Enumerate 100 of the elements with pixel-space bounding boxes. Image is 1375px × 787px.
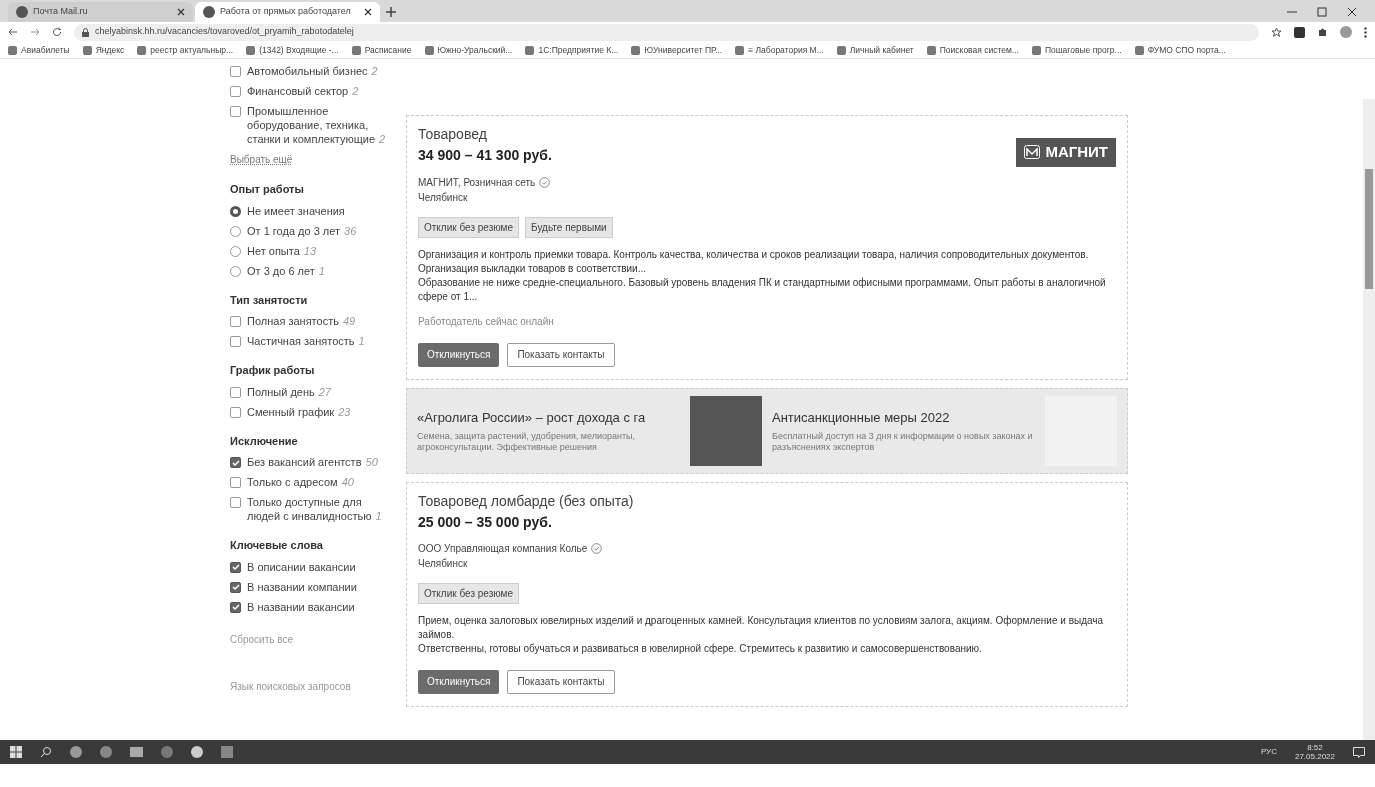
filter-heading: Опыт работы [230, 182, 305, 197]
star-icon[interactable] [1271, 26, 1282, 38]
filter-option[interactable]: В названии вакансии [247, 599, 392, 614]
profile-icon[interactable] [1340, 26, 1352, 38]
back-icon[interactable] [8, 27, 18, 37]
filter-option[interactable]: Частичная занятость 1 [247, 334, 392, 348]
checkbox[interactable] [230, 561, 241, 573]
close-icon[interactable] [1347, 7, 1357, 17]
tray-language[interactable]: РУС [1260, 746, 1277, 758]
radio-button[interactable] [230, 225, 241, 237]
checkbox[interactable] [230, 316, 241, 327]
filter-option[interactable]: Промышленное оборудование, техника, станки и комплектующие 2 [247, 104, 392, 146]
vacancy-tag: Будьте первыми [525, 216, 613, 238]
bookmark-icon [735, 45, 745, 55]
salary: 25 000 – 35 000 руб. [418, 512, 553, 532]
bookmark[interactable]: (1342) Входящие -... [246, 43, 339, 57]
online-status: Работодатель сейчас онлайн [418, 314, 555, 329]
bookmark-icon [351, 45, 361, 55]
checkbox[interactable] [230, 601, 241, 613]
favicon-icon [203, 6, 215, 18]
vacancy-tag: Отклик без резюме [418, 582, 520, 604]
bookmark[interactable]: 1С:Предприятие К... [525, 43, 619, 57]
bookmark[interactable]: ≡ Лаборатория М... [735, 43, 824, 57]
ad-title[interactable]: Антисанкционные меры 2022 [772, 407, 1035, 428]
show-contacts-button[interactable]: Показать контакты [507, 669, 615, 694]
reload-icon[interactable] [52, 27, 62, 37]
bookmark[interactable]: ФУМО СПО порта... [1134, 43, 1226, 57]
app-icon[interactable] [100, 746, 112, 758]
vacancy-description: Прием, оценка залоговых ювелирных изделий и драгоценных камней. Консультация клиентов по условиям залога, акциям. Оформление и выдача займов. [418, 613, 1105, 642]
company-name[interactable]: ООО Управляющая компания Колье [418, 540, 588, 556]
filter-option[interactable]: Без вакансий агентств 50 [247, 455, 392, 469]
checkbox[interactable] [230, 406, 241, 418]
bookmark[interactable]: Личный кабинет [836, 43, 914, 57]
filter-option[interactable]: Только с адресом 40 [247, 475, 392, 489]
salary: 34 900 – 41 300 руб. [418, 146, 552, 165]
bookmark[interactable]: Пошаговые прогр... [1031, 43, 1122, 57]
show-more-link[interactable]: Выбрать ещё [230, 152, 293, 167]
filter-option[interactable]: Не имеет значения [247, 203, 392, 218]
checkbox[interactable] [230, 86, 241, 97]
app-icon[interactable] [70, 746, 82, 758]
bookmark[interactable]: ЮУниверситет ПР... [631, 43, 723, 57]
filter-option[interactable]: Полная занятость 49 [247, 314, 392, 328]
ad-title[interactable]: «Агролига России» – рост дохода с га [417, 407, 680, 428]
new-tab-icon[interactable] [386, 7, 396, 17]
filter-option[interactable]: В названии компании [247, 579, 392, 594]
checkbox[interactable] [230, 581, 241, 593]
filter-option[interactable]: Полный день 27 [247, 384, 392, 399]
scrollbar[interactable] [1363, 99, 1375, 740]
apply-button[interactable]: Откликнуться [418, 669, 500, 694]
bookmark[interactable]: Яндекс [82, 43, 125, 57]
company-name[interactable]: МАГНИТ, Розничная сеть [418, 174, 536, 190]
restore-icon[interactable] [1317, 7, 1327, 17]
checkbox[interactable] [230, 66, 241, 77]
vacancy-title[interactable]: Товаровед ломбарде (без опыта) [418, 490, 634, 512]
checkbox[interactable] [230, 457, 241, 468]
filter-option[interactable]: Только доступные для людей с инвалидностью 1 [247, 495, 392, 523]
lock-icon [82, 27, 89, 37]
ad-text: Бесплатный доступ на 3 дня к информации о новых законах и разъяснениях экспертов [772, 431, 1034, 454]
bookmark[interactable]: Расписание [351, 43, 412, 57]
forward-icon[interactable] [30, 27, 40, 37]
tab-title: Работа от прямых работодател [220, 5, 352, 19]
filter-option[interactable]: Нет опыта 13 [247, 243, 392, 258]
checkbox[interactable] [230, 477, 241, 488]
filter-option[interactable]: В описании вакансии [247, 559, 392, 574]
bookmark[interactable]: реестр актуальныр... [137, 43, 234, 57]
checkbox[interactable] [230, 336, 241, 347]
filter-option[interactable]: Финансовый сектор 2 [247, 84, 392, 98]
close-icon[interactable] [364, 8, 372, 16]
verified-icon [539, 176, 551, 188]
filter-option[interactable]: Сменный график 23 [247, 404, 392, 419]
filter-option[interactable]: Автомобильный бизнес 2 [247, 64, 392, 78]
apply-button[interactable]: Откликнуться [418, 342, 500, 367]
notification-icon[interactable] [1353, 746, 1365, 758]
vacancy-title[interactable]: Товаровед [418, 124, 552, 145]
checkbox[interactable] [230, 106, 241, 117]
menu-icon[interactable] [1364, 26, 1367, 38]
filter-option[interactable]: От 1 года до 3 лет 36 [247, 223, 392, 238]
checkbox[interactable] [230, 386, 241, 398]
vacancy-tag: Отклик без резюме [418, 216, 520, 238]
browser-tab[interactable]: Почта Mail.ru [8, 2, 193, 22]
bookmark-icon [424, 45, 434, 55]
show-contacts-button[interactable]: Показать контакты [507, 342, 615, 367]
close-icon[interactable] [177, 8, 185, 16]
tab-title: Почта Mail.ru [33, 5, 89, 19]
search-icon[interactable] [40, 746, 52, 758]
radio-button[interactable] [230, 265, 241, 277]
address-bar[interactable]: chelyabinsk.hh.ru/vacancies/tovaroved/ot_pryamih_rabotodatelej [74, 23, 1259, 41]
app-icon[interactable] [191, 746, 203, 758]
radio-button[interactable] [230, 205, 241, 217]
checkbox[interactable] [230, 497, 241, 508]
bookmark[interactable]: Поисковая систем... [926, 43, 1019, 57]
radio-button[interactable] [230, 245, 241, 257]
bookmark[interactable]: Южно-Уральский... [424, 43, 513, 57]
vacancy-description: Образование не ниже средне-специального. Базовый уровень владения ПК и стандартными офисными программами. Опыт работы в аналогичной сфере от 1... [418, 275, 1107, 304]
browser-tab[interactable]: Работа от прямых работодател [195, 2, 380, 22]
filter-option[interactable]: От 3 до 6 лет 1 [247, 263, 392, 278]
bookmark[interactable]: Авиабилеты [8, 43, 70, 57]
extension-icon[interactable] [1294, 26, 1305, 38]
windows-icon[interactable] [10, 746, 22, 758]
bookmark-icon [836, 45, 846, 55]
